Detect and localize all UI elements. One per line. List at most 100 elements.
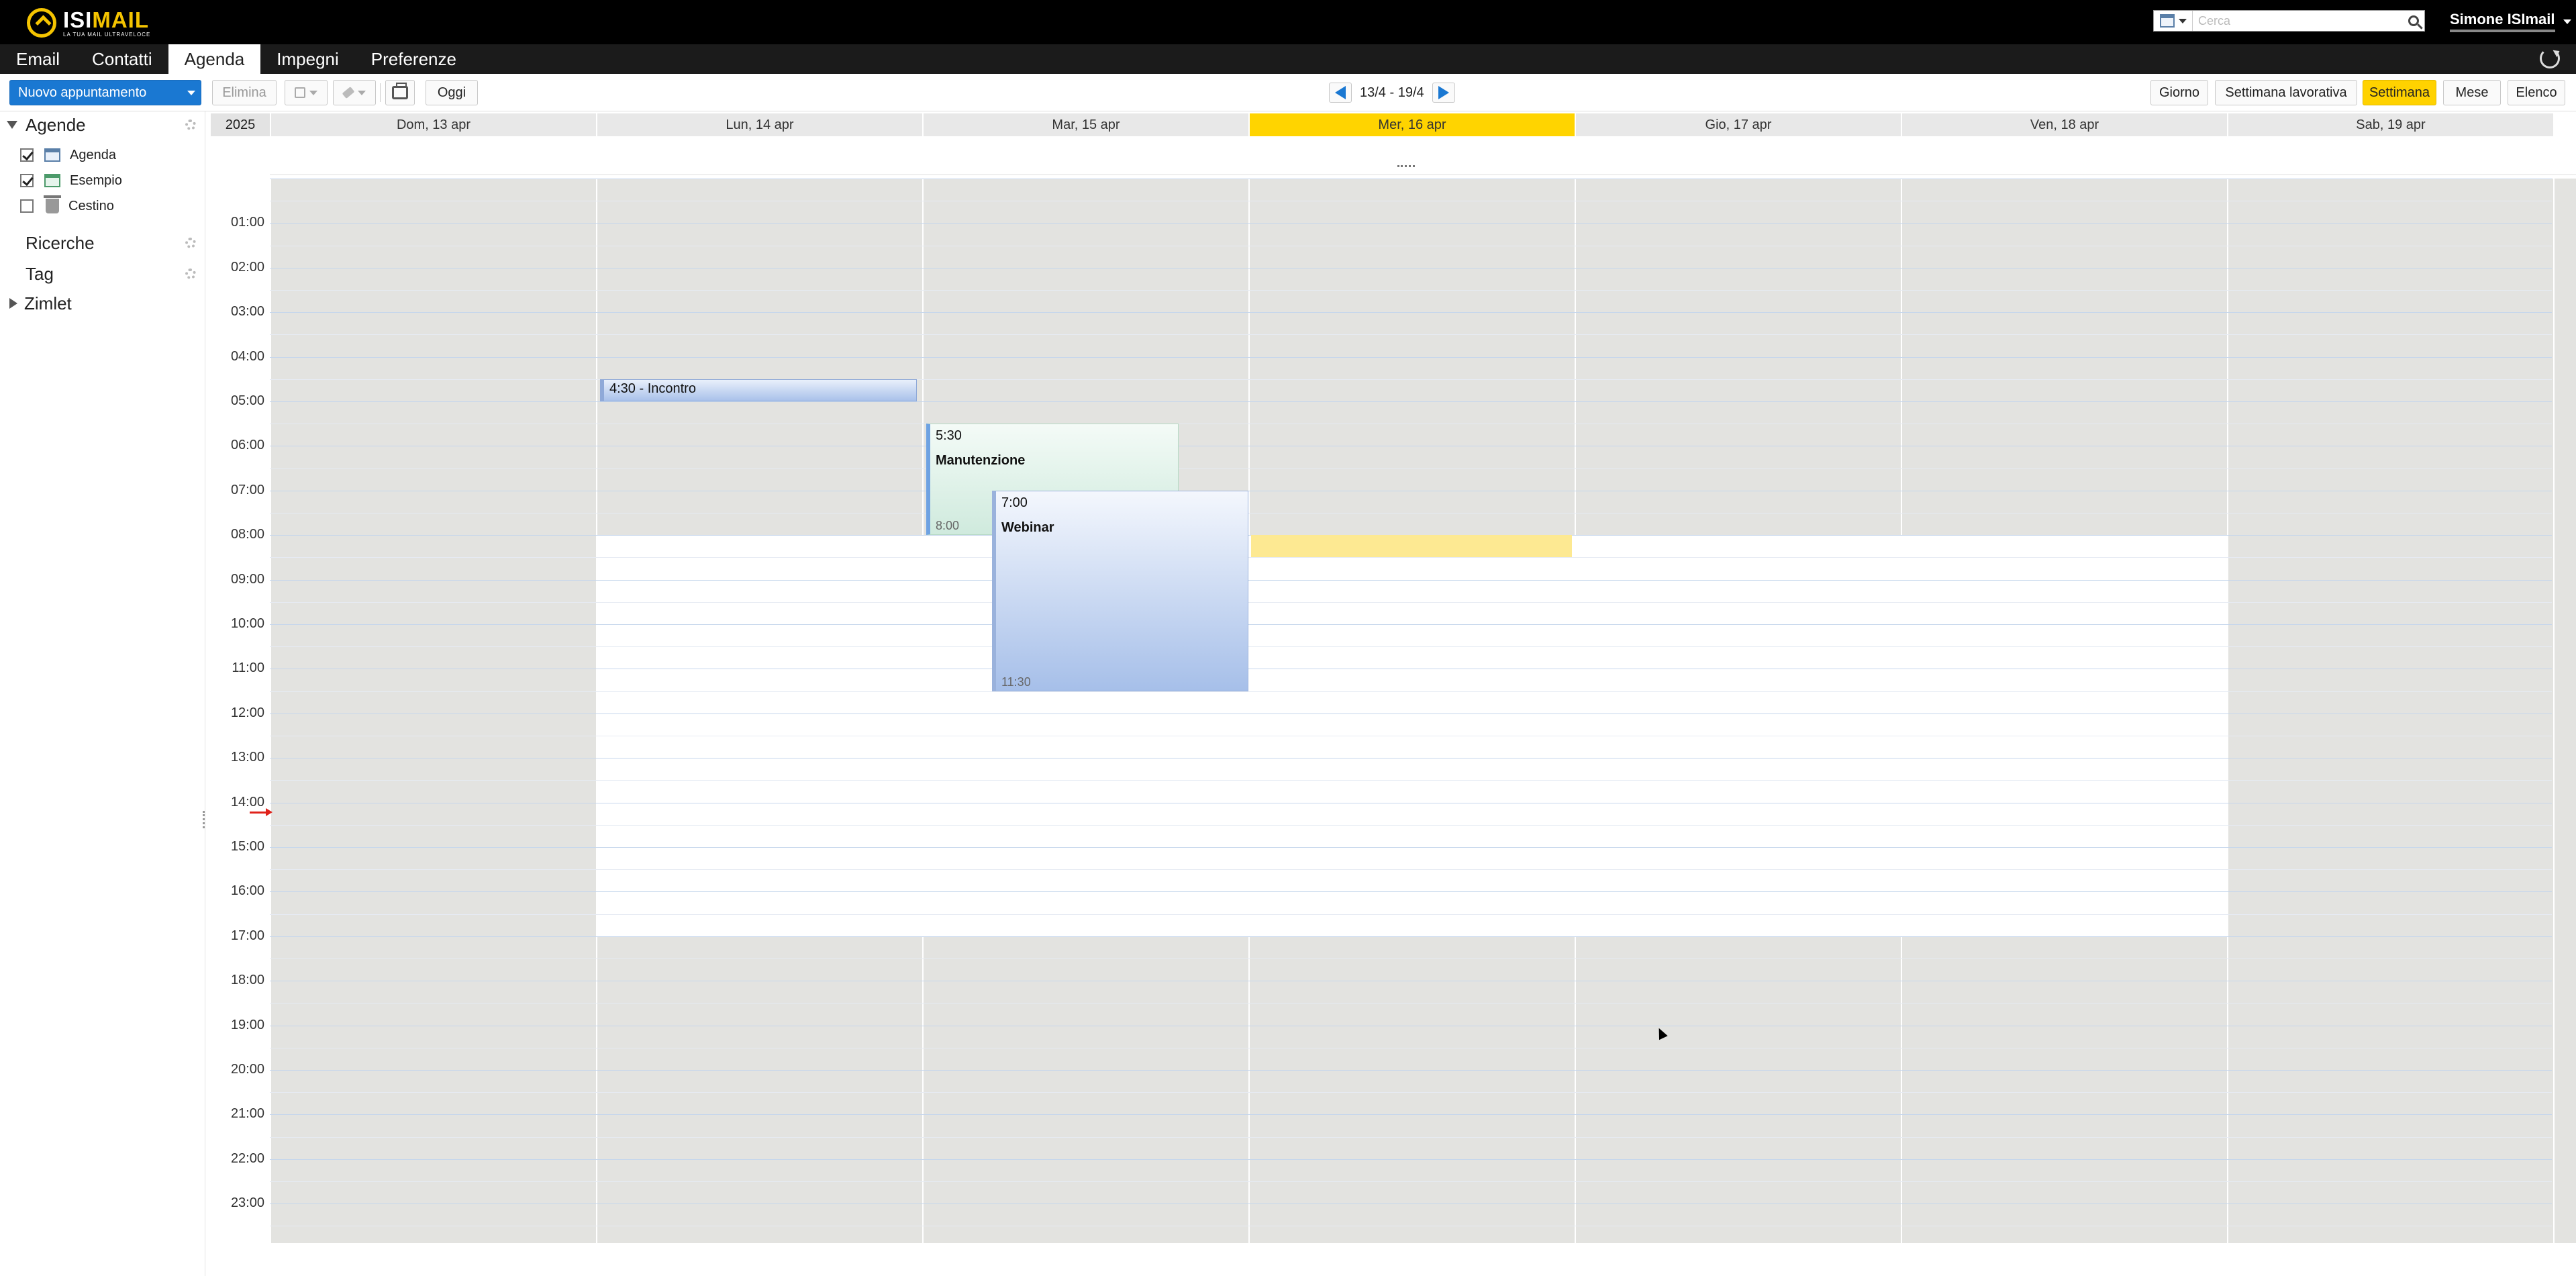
day-header[interactable]: Lun, 14 apr [596,113,922,136]
gear-icon[interactable] [185,268,196,279]
day-column[interactable] [922,179,1248,1243]
ricerche-header[interactable]: Ricerche [0,230,205,256]
chevron-down-icon [2178,18,2187,23]
logo-mark-icon [27,8,56,38]
day-header[interactable]: Dom, 13 apr [270,113,596,136]
hour-label: 14:00 [230,795,264,809]
calendar-item-label: Agenda [70,147,116,162]
tag-button[interactable] [333,80,376,105]
chevron-down-icon [309,90,317,95]
print-button[interactable] [385,80,415,105]
search-input[interactable] [2193,11,2403,31]
hour-label: 19:00 [230,1018,264,1032]
all-day-resize-handle[interactable] [1397,165,1415,168]
day-column[interactable] [1575,179,1901,1243]
half-hour-line [270,691,2552,692]
calendar-item-esempio[interactable]: Esempio [0,169,205,192]
day-column[interactable] [596,179,922,1243]
appointment[interactable]: 7:00 Webinar 11:30 [992,491,1248,691]
hour-line [270,1070,2552,1071]
view-settimana-button[interactable]: Settimana [2363,80,2436,105]
half-hour-line [270,290,2552,291]
logo-tagline: LA TUA MAIL ULTRAVELOCE [63,31,151,38]
user-name: Simone ISImail [2450,11,2555,32]
next-week-button[interactable] [1432,83,1455,103]
appointment-end-time: 11:30 [1001,675,1031,689]
tab-preferenze[interactable]: Preferenze [355,44,473,74]
day-column[interactable] [1901,179,2227,1243]
move-button[interactable] [285,80,328,105]
hour-line [270,624,2552,625]
tab-impegni[interactable]: Impegni [260,44,355,74]
agende-header[interactable]: Agende [0,111,205,138]
view-settimana-lavorativa-button[interactable]: Settimana lavorativa [2215,80,2357,105]
search-box [2153,10,2425,32]
gear-icon[interactable] [185,119,196,130]
calendar-item-cestino[interactable]: Cestino [0,195,205,217]
selected-time-slot[interactable] [1251,535,1572,557]
view-elenco-button[interactable]: Elenco [2508,80,2565,105]
tab-agenda[interactable]: Agenda [168,44,261,74]
tag-header[interactable]: Tag [0,260,205,287]
day-column[interactable] [270,179,596,1243]
hour-label: 21:00 [230,1106,264,1121]
hour-line [270,1114,2552,1115]
hour-label: 03:00 [230,304,264,319]
hour-line [270,936,2552,937]
hour-line [270,401,2552,402]
new-appointment-button[interactable]: Nuovo appuntamento [9,80,201,105]
view-mese-button[interactable]: Mese [2443,80,2501,105]
hour-label: 06:00 [230,438,264,452]
calendar-checkbox[interactable] [20,148,34,162]
tag-label: Tag [26,263,54,284]
today-button[interactable]: Oggi [426,80,478,105]
hour-label: 04:00 [230,349,264,364]
hour-label: 02:00 [230,260,264,275]
agende-label: Agende [26,114,86,135]
tab-contatti[interactable]: Contatti [76,44,168,74]
expand-icon[interactable] [9,298,17,309]
chevron-down-icon [358,90,366,95]
tab-email[interactable]: Email [0,44,76,74]
day-header[interactable]: Mer, 16 apr [1248,113,1575,136]
hour-label: 10:00 [230,616,264,631]
logo-name-a: ISI [63,7,93,32]
day-header[interactable]: Gio, 17 apr [1575,113,1901,136]
search-scope-dropdown[interactable] [2154,11,2193,31]
collapse-icon[interactable] [7,121,17,129]
logo[interactable]: ISIMAIL LA TUA MAIL ULTRAVELOCE [27,6,150,40]
gear-icon[interactable] [185,238,196,248]
chevron-down-icon[interactable] [187,91,195,95]
zimlet-header[interactable]: Zimlet [0,290,205,317]
toolbar-divider [380,83,381,102]
trash-icon [44,195,61,213]
search-icon [2408,15,2419,26]
day-column[interactable] [1248,179,1575,1243]
sidebar-resize-handle[interactable] [203,811,205,828]
day-header[interactable]: Mar, 15 apr [922,113,1248,136]
appointment[interactable]: 4:30 - Incontro [600,379,917,401]
half-hour-line [270,334,2552,335]
all-day-area[interactable] [270,136,2576,175]
search-button[interactable] [2403,11,2424,31]
week-calendar: 2025 Dom, 13 apr Lun, 14 apr Mar, 15 apr Me… [211,111,2576,1276]
tag-icon [342,87,355,99]
ricerche-label: Ricerche [26,232,95,253]
day-column[interactable] [2227,179,2553,1243]
day-header[interactable]: Ven, 18 apr [1901,113,2227,136]
calendar-item-agenda[interactable]: Agenda [0,144,205,166]
sidebar: Agende Agenda Esempio Cestino Ricerche Tag… [0,111,205,1276]
refresh-icon[interactable] [2540,48,2560,68]
chevron-down-icon [2563,19,2571,24]
calendar-checkbox[interactable] [20,174,34,187]
top-bar: ISIMAIL LA TUA MAIL ULTRAVELOCE Simone I… [0,0,2576,44]
hour-line [270,891,2552,892]
view-giorno-button[interactable]: Giorno [2150,80,2208,105]
user-menu[interactable]: Simone ISImail [2450,11,2571,32]
delete-button[interactable]: Elimina [212,80,277,105]
previous-week-button[interactable] [1329,83,1352,103]
time-grid[interactable]: 01:00 02:00 03:00 04:00 05:00 06:00 07:00 08:00… [211,179,2576,1243]
hour-line [270,312,2552,313]
calendar-checkbox[interactable] [20,199,34,213]
day-header[interactable]: Sab, 19 apr [2227,113,2553,136]
